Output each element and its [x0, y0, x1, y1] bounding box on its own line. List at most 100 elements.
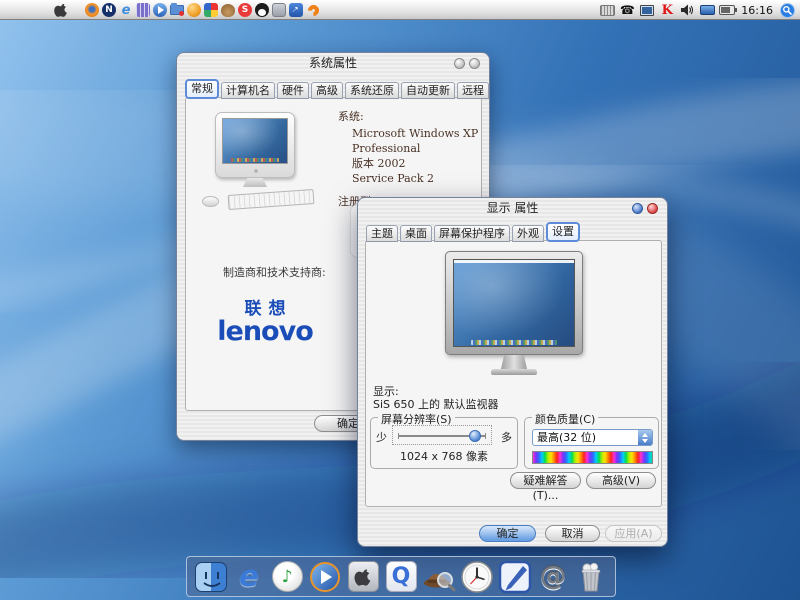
flashget-icon[interactable]	[305, 2, 321, 18]
paint-tool-icon[interactable]	[203, 2, 219, 18]
netscape-icon[interactable]: N	[101, 2, 117, 18]
appleworks-icon[interactable]	[498, 560, 532, 594]
color-quality-dropdown[interactable]: 最高(32 位)	[532, 429, 653, 446]
battery-icon[interactable]	[719, 2, 735, 18]
tab-advanced[interactable]: 高级	[311, 82, 343, 99]
menubar-status-area: ☎ K 16:16	[599, 2, 795, 18]
media-player-purple-icon[interactable]	[135, 2, 151, 18]
apply-button[interactable]: 应用(A)	[605, 525, 662, 542]
tab-desktop[interactable]: 桌面	[400, 225, 432, 242]
network-indicator-icon[interactable]	[699, 2, 715, 18]
computer-illustration	[202, 112, 327, 222]
utility-gray-icon[interactable]	[271, 2, 287, 18]
advanced-button[interactable]: 高级(V)	[586, 472, 656, 489]
screen-resolution-group: 屏幕分辨率(S) 少 多 1024 x 768 像素	[370, 417, 518, 469]
menubar-clock[interactable]: 16:16	[739, 4, 775, 17]
shared-folder-icon[interactable]	[169, 2, 185, 18]
monitor-preview	[445, 251, 583, 379]
tab-settings[interactable]: 设置	[546, 222, 580, 242]
window-controls	[632, 203, 658, 214]
minimize-button[interactable]	[632, 203, 643, 214]
quicktime-icon[interactable]: Q	[384, 560, 418, 594]
system-preferences-icon[interactable]	[346, 560, 380, 594]
color-quality-label: 颜色质量(C)	[532, 411, 598, 427]
keyboard-illustration	[228, 189, 315, 210]
system-label: 系统:	[338, 108, 480, 124]
internet-explorer-icon[interactable]: e	[118, 2, 134, 18]
lenovo-logo-wordmark: lenovo	[209, 319, 321, 345]
dropdown-stepper-icon[interactable]	[638, 430, 652, 445]
lenovo-logo: 联想 lenovo	[209, 294, 321, 345]
mail-icon[interactable]: @	[536, 560, 570, 594]
mini-desktop-preview	[222, 118, 288, 164]
remote-desktop-icon[interactable]	[639, 2, 655, 18]
mini-desktop-preview	[453, 259, 575, 347]
input-method-icon[interactable]	[599, 2, 615, 18]
minimize-button[interactable]	[454, 58, 465, 69]
desktop: N e S ➝ ☎ K 16:16	[0, 0, 800, 600]
resolution-slider[interactable]	[392, 425, 492, 445]
tab-hardware[interactable]: 硬件	[277, 82, 309, 99]
troubleshoot-button[interactable]: 疑难解答(T)...	[510, 472, 581, 489]
tab-remote[interactable]: 远程	[457, 82, 489, 99]
maxthon-icon[interactable]	[186, 2, 202, 18]
sherlock-icon[interactable]	[422, 560, 456, 594]
translate-tool-icon[interactable]: ➝	[288, 2, 304, 18]
system-properties-titlebar[interactable]: 系统属性	[177, 53, 489, 74]
imac-monitor	[215, 112, 295, 178]
close-button[interactable]	[647, 203, 658, 214]
clock-icon[interactable]	[460, 560, 494, 594]
window-title: 系统属性	[309, 56, 357, 70]
tab-system-restore[interactable]: 系统还原	[345, 82, 399, 99]
monitor-frame	[445, 251, 583, 355]
menubar-app-icons: N e S ➝	[84, 2, 321, 18]
tab-themes[interactable]: 主题	[366, 225, 398, 242]
cancel-button[interactable]: 取消	[545, 525, 600, 542]
menu-bar: N e S ➝ ☎ K 16:16	[0, 0, 800, 20]
close-button[interactable]	[469, 58, 480, 69]
spotlight-icon[interactable]	[779, 2, 795, 18]
tab-general[interactable]: 常规	[185, 79, 219, 99]
trash-icon[interactable]	[574, 560, 608, 594]
window-controls	[454, 58, 480, 69]
settings-tab-panel: 显示: SiS 650 上的 默认监视器 屏幕分辨率(S) 少 多 1024 x…	[365, 240, 662, 507]
window-title: 显示 属性	[487, 201, 539, 215]
dock: e ♪ Q @	[186, 556, 616, 597]
mouse-illustration	[202, 196, 219, 207]
resolution-less-label: 少	[376, 429, 387, 445]
color-quality-group: 颜色质量(C) 最高(32 位)	[524, 417, 659, 469]
kingsoft-icon[interactable]: K	[659, 2, 675, 18]
system-info: 系统: Microsoft Windows XP Professional 版本…	[338, 108, 480, 211]
tab-automatic-updates[interactable]: 自动更新	[401, 82, 455, 99]
display-adapter-value: SiS 650 上的 默认监视器	[373, 396, 499, 412]
qq-icon[interactable]	[254, 2, 270, 18]
display-properties-titlebar[interactable]: 显示 属性	[358, 198, 667, 219]
display-properties-tabs: 主题 桌面 屏幕保护程序 外观 设置	[366, 222, 580, 242]
system-properties-tabs: 常规 计算机名 硬件 高级 系统还原 自动更新 远程	[185, 79, 489, 99]
tab-appearance[interactable]: 外观	[512, 225, 544, 242]
itunes-icon[interactable]: ♪	[270, 560, 304, 594]
display-properties-window: 显示 属性 主题 桌面 屏幕保护程序 外观 设置 显示: S	[357, 197, 668, 547]
skype-icon[interactable]: S	[237, 2, 253, 18]
apple-menu-icon[interactable]	[53, 2, 69, 18]
color-quality-value: 最高(32 位)	[537, 431, 596, 445]
tab-screensaver[interactable]: 屏幕保护程序	[434, 225, 510, 242]
manufacturer-label: 制造商和技术支持商:	[223, 264, 326, 280]
resolution-more-label: 多	[501, 429, 512, 445]
finder-icon[interactable]	[194, 560, 228, 594]
system-line: Professional	[338, 141, 480, 156]
color-depth-preview	[532, 451, 653, 464]
system-line: Service Pack 2	[338, 171, 480, 186]
pet-assistant-icon[interactable]	[220, 2, 236, 18]
windows-media-player-icon[interactable]	[152, 2, 168, 18]
internet-explorer-icon[interactable]: e	[232, 560, 266, 594]
windows-media-player-icon[interactable]	[308, 560, 342, 594]
resolution-value: 1024 x 768 像素	[371, 448, 517, 464]
volume-icon[interactable]	[679, 2, 695, 18]
tab-computer-name[interactable]: 计算机名	[221, 82, 275, 99]
phone-dialer-icon[interactable]: ☎	[619, 2, 635, 18]
firefox-icon[interactable]	[84, 2, 100, 18]
slider-thumb[interactable]	[469, 430, 481, 442]
ok-button[interactable]: 确定	[479, 525, 536, 542]
system-line: 版本 2002	[338, 156, 480, 171]
